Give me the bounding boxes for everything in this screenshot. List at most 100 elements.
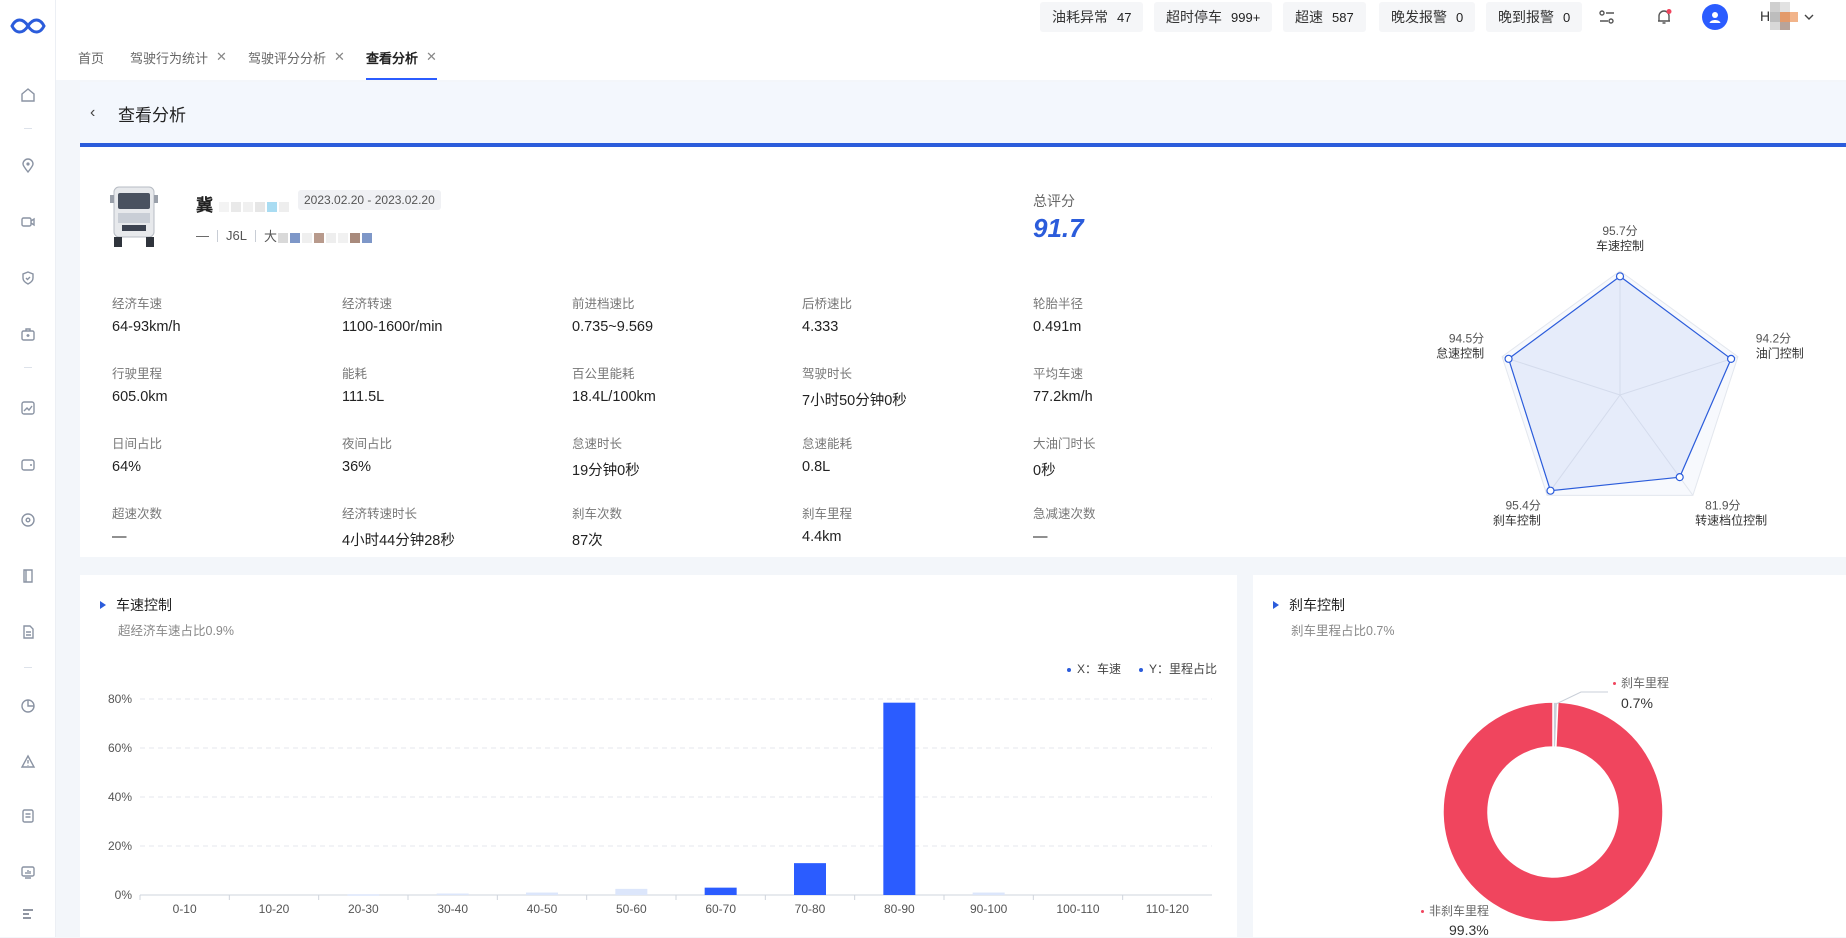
radar-axis-label: 转速档位控制 bbox=[1695, 512, 1767, 527]
tab-driving-behavior-stats[interactable]: 驾驶行为统计 ✕ bbox=[130, 34, 227, 80]
badge-count: 999+ bbox=[1231, 9, 1261, 25]
metric-label: 超速次数 bbox=[112, 507, 163, 521]
badge-label: 油耗异常 bbox=[1052, 9, 1108, 25]
document-icon[interactable] bbox=[17, 621, 39, 643]
monitor-icon[interactable] bbox=[17, 861, 39, 883]
trend-chart-icon[interactable] bbox=[17, 397, 39, 419]
x-tick-label: 90-100 bbox=[970, 902, 1008, 916]
metric-item: 轮胎半径 0.491m bbox=[1033, 293, 1233, 335]
tab-view-analysis[interactable]: 查看分析 ✕ bbox=[366, 34, 437, 80]
warning-icon[interactable] bbox=[17, 751, 39, 773]
radar-point bbox=[1615, 272, 1625, 281]
metric-label: 百公里能耗 bbox=[572, 367, 635, 381]
radar-score-label: 95.4分 bbox=[1505, 498, 1540, 512]
close-icon[interactable]: ✕ bbox=[216, 49, 227, 65]
x-tick-label: 20-30 bbox=[348, 902, 379, 916]
metric-item: 怠速时长 19分钟0秒 bbox=[572, 433, 772, 480]
metric-item: 刹车里程 4.4km bbox=[802, 503, 1002, 545]
vehicle-model: J6L bbox=[226, 228, 247, 243]
bar bbox=[883, 702, 916, 895]
metric-item: 大油门时长 0秒 bbox=[1033, 433, 1233, 480]
metric-item: 经济车速 64-93km/h bbox=[112, 293, 312, 335]
radar-point bbox=[1726, 354, 1736, 364]
wallet-icon[interactable] bbox=[17, 453, 39, 475]
report-icon[interactable] bbox=[17, 805, 39, 827]
badge-label: 晚到报警 bbox=[1498, 9, 1554, 25]
chevron-down-icon[interactable] bbox=[1802, 6, 1816, 28]
metric-item: 经济转速 1100-1600r/min bbox=[342, 293, 542, 335]
y-tick-label: 60% bbox=[108, 741, 132, 755]
truck-icon bbox=[110, 186, 158, 247]
bar bbox=[972, 892, 1005, 895]
metric-label: 大油门时长 bbox=[1033, 437, 1096, 451]
tab-label: 驾驶评分分析 bbox=[248, 50, 327, 66]
metric-item: 怠速能耗 0.8L bbox=[802, 433, 1002, 475]
metric-value: 111.5L bbox=[342, 389, 385, 405]
radar-score-label: 94.2分 bbox=[1756, 332, 1791, 346]
company-name: 大 bbox=[264, 226, 373, 245]
metric-value: 1100-1600r/min bbox=[342, 319, 443, 335]
x-tick-label: 110-120 bbox=[1146, 902, 1189, 916]
metric-item: 能耗 111.5L bbox=[342, 363, 542, 405]
toolbox-icon[interactable] bbox=[17, 323, 39, 345]
close-icon[interactable]: ✕ bbox=[334, 49, 345, 65]
user-name[interactable]: H bbox=[1760, 8, 1770, 24]
badge-late-arrival[interactable]: 晚到报警 0 bbox=[1486, 2, 1583, 32]
metric-label: 行驶里程 bbox=[112, 367, 163, 381]
radar-axis-label: 刹车控制 bbox=[1493, 512, 1541, 527]
x-tick-label: 50-60 bbox=[616, 902, 647, 916]
badge-fuel-anomaly[interactable]: 油耗异常 47 bbox=[1040, 2, 1144, 32]
driver-name: — bbox=[196, 228, 209, 243]
tab-home[interactable]: 首页 bbox=[78, 34, 104, 80]
badge-count: 47 bbox=[1117, 9, 1132, 25]
metric-value: 19分钟0秒 bbox=[572, 463, 640, 479]
metric-label: 能耗 bbox=[342, 367, 368, 381]
metric-label: 急减速次数 bbox=[1033, 507, 1096, 521]
metric-item: 百公里能耗 18.4L/100km bbox=[572, 363, 772, 405]
x-tick-label: 80-90 bbox=[884, 902, 915, 916]
filter-settings-icon[interactable] bbox=[1596, 6, 1618, 28]
steering-wheel-icon[interactable] bbox=[17, 509, 39, 531]
badge-overspeed[interactable]: 超速 587 bbox=[1283, 2, 1366, 32]
badge-count: 0 bbox=[1563, 9, 1571, 25]
pie-chart-icon[interactable] bbox=[17, 695, 39, 717]
metric-value: 87次 bbox=[572, 533, 603, 549]
date-range-badge: 2023.02.20 - 2023.02.20 bbox=[298, 190, 441, 210]
metric-label: 怠速时长 bbox=[572, 437, 623, 451]
badge-late-departure[interactable]: 晚发报警 0 bbox=[1379, 2, 1476, 32]
home-icon[interactable] bbox=[17, 84, 39, 106]
metric-value: 77.2km/h bbox=[1033, 389, 1093, 405]
tab-driving-score-analysis[interactable]: 驾驶评分分析 ✕ bbox=[248, 34, 345, 80]
metric-label: 驾驶时长 bbox=[802, 367, 853, 381]
radar-axis-label: 车速控制 bbox=[1596, 238, 1644, 253]
notebook-icon[interactable] bbox=[17, 565, 39, 587]
metric-item: 平均车速 77.2km/h bbox=[1033, 363, 1233, 405]
license-plate: 冀 bbox=[196, 191, 290, 216]
back-chevron-icon[interactable]: ‹ bbox=[90, 104, 110, 122]
total-score-label: 总评分 bbox=[1033, 193, 1075, 209]
radar-point bbox=[1675, 473, 1684, 482]
badge-overtime-parking[interactable]: 超时停车 999+ bbox=[1154, 2, 1273, 32]
score-radar-chart: 95.7分车速控制 94.2分油门控制 81.9分转速档位控制 95.4分刹车控制 94… bbox=[1436, 224, 1804, 527]
metric-item: 行驶里程 605.0km bbox=[112, 363, 312, 405]
shield-icon[interactable] bbox=[17, 267, 39, 289]
metric-label: 后桥速比 bbox=[802, 297, 853, 311]
metric-label: 经济车速 bbox=[112, 297, 163, 311]
bar bbox=[704, 887, 737, 895]
close-icon[interactable]: ✕ bbox=[426, 49, 437, 65]
location-icon[interactable] bbox=[17, 155, 39, 177]
speed-distribution-bar-chart: 0% 20% 40% 60% 80% 0-10 10-20 20-30 30-40 40-50 50… bbox=[108, 692, 1212, 916]
brake-control-card: 刹车控制 刹车里程占比0.7% 刹车里程 0.7% 非刹车里程 99.3% bbox=[1253, 575, 1846, 938]
metric-value: 4.333 bbox=[802, 319, 839, 335]
collapse-menu-icon[interactable] bbox=[17, 903, 39, 925]
video-icon[interactable] bbox=[17, 211, 39, 233]
badge-label: 超速 bbox=[1295, 9, 1323, 25]
license-plate-prefix: 冀 bbox=[196, 196, 213, 215]
metric-label: 刹车次数 bbox=[572, 507, 623, 521]
brake-mileage-donut-chart bbox=[1442, 691, 1664, 923]
avatar[interactable] bbox=[1702, 4, 1728, 30]
bell-icon[interactable] bbox=[1653, 6, 1675, 28]
y-tick-label: 80% bbox=[108, 692, 132, 706]
metric-value: 18.4L/100km bbox=[572, 389, 656, 405]
x-tick-label: 60-70 bbox=[705, 902, 736, 916]
